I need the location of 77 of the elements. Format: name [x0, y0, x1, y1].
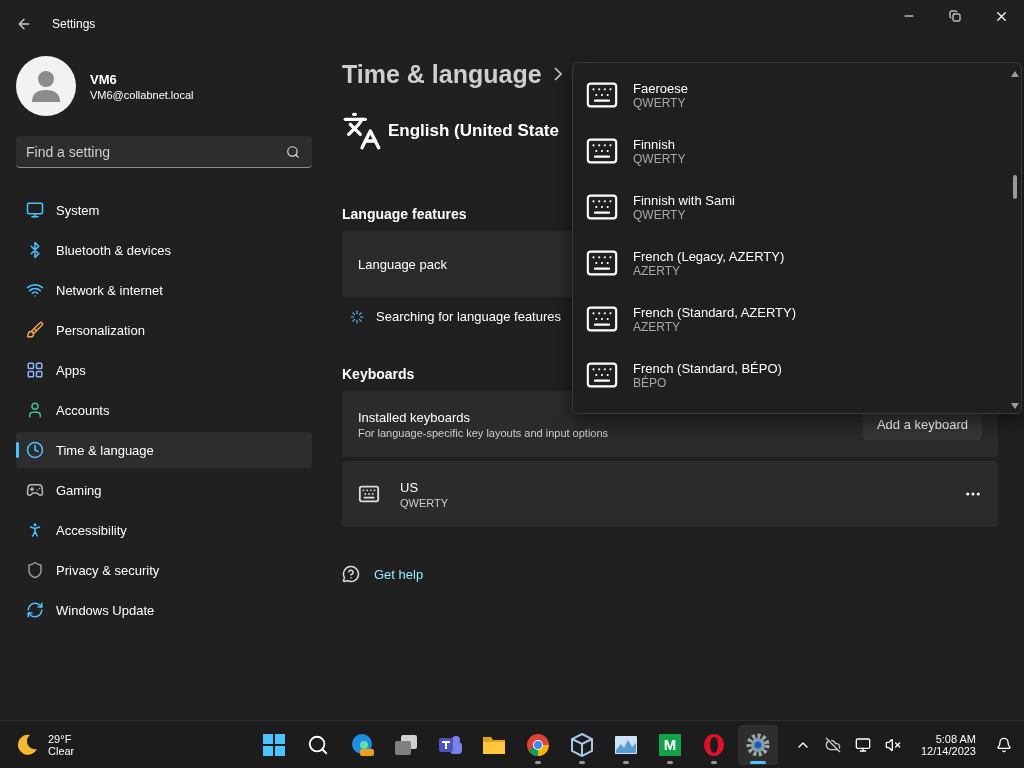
- back-icon[interactable]: [16, 16, 32, 32]
- keyboard-icon: [358, 483, 380, 505]
- bell-icon[interactable]: [996, 736, 1012, 753]
- language-icon: [342, 111, 382, 151]
- breadcrumb[interactable]: Time & language: [342, 59, 542, 89]
- nav-item[interactable]: Apps: [16, 352, 312, 388]
- network-icon[interactable]: [854, 736, 871, 753]
- browser-icon: [350, 732, 374, 757]
- nav-item[interactable]: Accounts: [16, 392, 312, 428]
- time-icon: [26, 441, 44, 459]
- nav-item[interactable]: Bluetooth & devices: [16, 232, 312, 268]
- dropdown-item[interactable]: French (Legacy, AZERTY) AZERTY: [573, 235, 1009, 291]
- folder-icon: [482, 734, 506, 755]
- user-email: VM6@collabnet.local: [90, 88, 194, 101]
- nav-item[interactable]: Personalization: [16, 312, 312, 348]
- keyboard-layout: AZERTY: [633, 263, 681, 278]
- keyboard-layout: BÉPO: [633, 375, 668, 390]
- search-field[interactable]: Find a setting: [16, 136, 312, 168]
- nav-item[interactable]: Privacy & security: [16, 552, 312, 588]
- clock[interactable]: 5:08 AM 12/14/2023: [920, 732, 976, 757]
- search-icon: [286, 145, 300, 159]
- taskbar-app[interactable]: [738, 724, 778, 765]
- temperature: 29°F: [48, 732, 73, 745]
- dropdown-item[interactable]: Finnish with Sami QWERTY: [573, 179, 1009, 235]
- teams-icon: [438, 733, 462, 756]
- chevron-icon: [553, 67, 562, 81]
- gaming-icon: [26, 481, 44, 499]
- section-heading: Keyboards: [342, 366, 415, 382]
- cube-icon: [571, 732, 593, 757]
- dropdown-item[interactable]: French (Standard, AZERTY) AZERTY: [573, 291, 1009, 347]
- apps-icon: [26, 361, 44, 379]
- network-icon: [26, 281, 44, 299]
- keyboard-layout: QWERTY: [633, 207, 687, 222]
- status-text: Searching for language features: [376, 309, 561, 324]
- privacy-icon: [26, 561, 44, 579]
- keyboard-layout: QWERTY: [633, 95, 687, 110]
- keyboard-layout: QWERTY: [633, 151, 687, 166]
- card-label: Language pack: [358, 256, 447, 272]
- app-logo: M: [659, 733, 681, 756]
- gear-icon: [746, 732, 770, 757]
- performance-monitor-icon: [614, 734, 638, 755]
- help-icon: [342, 565, 360, 583]
- nav-item[interactable]: Network & internet: [16, 272, 312, 308]
- nav-item[interactable]: Windows Update: [16, 592, 312, 628]
- restore-icon[interactable]: [949, 10, 961, 22]
- nav-item[interactable]: Accessibility: [16, 512, 312, 548]
- nav-item[interactable]: Gaming: [16, 472, 312, 508]
- chrome-icon: [526, 732, 550, 757]
- keyboard-layout: AZERTY: [633, 319, 681, 334]
- task-view-icon: [394, 733, 418, 756]
- personalization-icon: [26, 321, 44, 339]
- dropdown-item[interactable]: French (Standard, BÉPO) BÉPO: [573, 347, 1009, 403]
- accounts-icon: [26, 401, 44, 419]
- keyboard-name: US: [400, 479, 420, 495]
- keyboard-layout: QWERTY: [400, 496, 450, 509]
- update-icon: [26, 601, 44, 619]
- moon-icon: [16, 733, 38, 756]
- opera-icon: [703, 732, 725, 757]
- nav-item[interactable]: Time & language: [16, 432, 312, 468]
- dropdown-item[interactable]: Faeroese QWERTY: [573, 67, 1009, 123]
- section-heading: Language features: [342, 206, 467, 222]
- cloud-off-icon[interactable]: [824, 736, 841, 753]
- card-title: Installed keyboards: [358, 409, 471, 425]
- window-title: Settings: [52, 17, 97, 31]
- weather-condition: Clear: [48, 744, 75, 757]
- avatar: [16, 56, 76, 116]
- language-title: English (United State: [388, 121, 559, 141]
- nav-item[interactable]: System: [16, 192, 312, 228]
- system-icon: [26, 201, 44, 219]
- spinner-icon: [350, 309, 364, 324]
- mute-icon[interactable]: [884, 736, 901, 753]
- get-help-link[interactable]: Get help: [374, 566, 424, 582]
- dropdown-item[interactable]: Finnish QWERTY: [573, 123, 1009, 179]
- search-icon: [307, 733, 329, 756]
- card-description: For language-specific key layouts and input options: [358, 426, 610, 439]
- user-name: VM6: [90, 71, 118, 87]
- windows-logo-icon: [263, 733, 285, 756]
